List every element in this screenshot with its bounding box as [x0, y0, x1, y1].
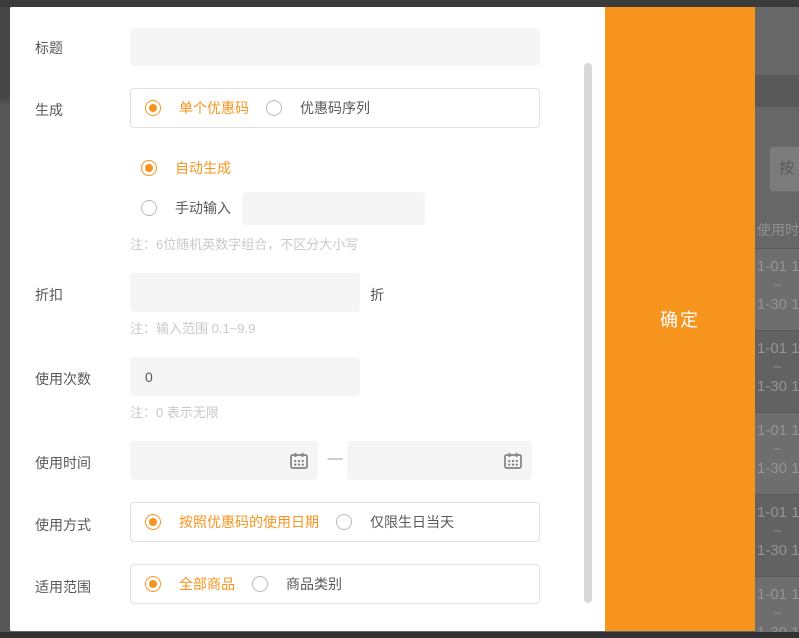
- manual-code-input[interactable]: [242, 192, 425, 225]
- background-section: [755, 75, 799, 107]
- calendar-icon: [289, 451, 309, 471]
- table-row: 1-01 1 ~ 1-30 1: [755, 330, 799, 412]
- radio-all-products-selected[interactable]: [145, 576, 161, 592]
- radio-manual-input[interactable]: [141, 200, 157, 216]
- radio-by-usage-date-selected[interactable]: [145, 514, 161, 530]
- usage-method-label: 使用方式: [35, 515, 91, 535]
- calendar-icon: [503, 451, 523, 471]
- code-format-note: 注：6位随机英数字组合，不区分大小写: [130, 234, 358, 253]
- by-usage-date-option-label[interactable]: 按照优惠码的使用日期: [179, 512, 319, 532]
- usage-count-note: 注：0 表示无限: [130, 402, 219, 421]
- discount-unit: 折: [370, 285, 384, 305]
- overlay-left-strip: [0, 7, 10, 632]
- generate-label: 生成: [35, 100, 63, 120]
- radio-single-code-selected[interactable]: [145, 100, 161, 116]
- radio-product-category[interactable]: [252, 576, 268, 592]
- radio-auto-generate-selected[interactable]: [141, 160, 157, 176]
- table-row: 1-01 1 ~ 1-30 1: [755, 248, 799, 330]
- background-page: 按 使用时间 1-01 1 ~ 1-30 1 1-01 1 ~ 1-30 1 1…: [755, 0, 799, 638]
- usage-method-radio-group: 按照优惠码的使用日期 仅限生日当天: [130, 502, 540, 542]
- overlay-bottom-strip: [0, 632, 799, 638]
- table-row: 1-01 1 ~ 1-30 1: [755, 494, 799, 576]
- radio-code-series[interactable]: [266, 100, 282, 116]
- overlay-top-strip: [0, 0, 799, 7]
- start-date-input[interactable]: [130, 441, 318, 480]
- auto-generate-label[interactable]: 自动生成: [175, 158, 231, 178]
- generate-radio-group: 单个优惠码 优惠码序列: [130, 88, 540, 128]
- filter-button-partial[interactable]: 按: [769, 146, 799, 192]
- product-category-option-label[interactable]: 商品类别: [286, 574, 342, 594]
- scrollbar[interactable]: [584, 63, 592, 603]
- single-code-option-label[interactable]: 单个优惠码: [179, 98, 249, 118]
- table-rows: 1-01 1 ~ 1-30 1 1-01 1 ~ 1-30 1 1-01 1 ~…: [755, 248, 799, 638]
- code-series-option-label[interactable]: 优惠码序列: [300, 98, 370, 118]
- title-label: 标题: [35, 38, 63, 58]
- birthday-only-option-label[interactable]: 仅限生日当天: [370, 512, 454, 532]
- discount-input[interactable]: [130, 273, 360, 312]
- usage-count-label: 使用次数: [35, 369, 91, 389]
- title-input[interactable]: [130, 28, 540, 66]
- confirm-button[interactable]: 确定: [605, 7, 755, 631]
- coupon-modal: 标题 生成 单个优惠码 优惠码序列 自动生成 手动输入 注：6位随机英数字组合，…: [10, 7, 755, 631]
- table-row: 1-01 1 ~ 1-30 1: [755, 576, 799, 638]
- discount-range-note: 注：输入范围 0.1~9.9: [130, 318, 255, 337]
- scope-radio-group: 全部商品 商品类别: [130, 564, 540, 604]
- radio-birthday-only[interactable]: [336, 514, 352, 530]
- manual-input-label[interactable]: 手动输入: [175, 198, 231, 218]
- table-row: 1-01 1 ~ 1-30 1: [755, 412, 799, 494]
- all-products-option-label[interactable]: 全部商品: [179, 574, 235, 594]
- end-date-input[interactable]: [347, 441, 532, 480]
- usage-count-input[interactable]: [130, 357, 360, 396]
- manual-input-row: 手动输入: [141, 199, 231, 217]
- usage-time-label: 使用时间: [35, 453, 91, 473]
- auto-generate-row: 自动生成: [141, 159, 231, 177]
- date-range-separator: —: [323, 450, 347, 467]
- discount-label: 折扣: [35, 285, 63, 305]
- scope-label: 适用范围: [35, 577, 91, 597]
- table-column-header: 使用时间: [757, 220, 799, 240]
